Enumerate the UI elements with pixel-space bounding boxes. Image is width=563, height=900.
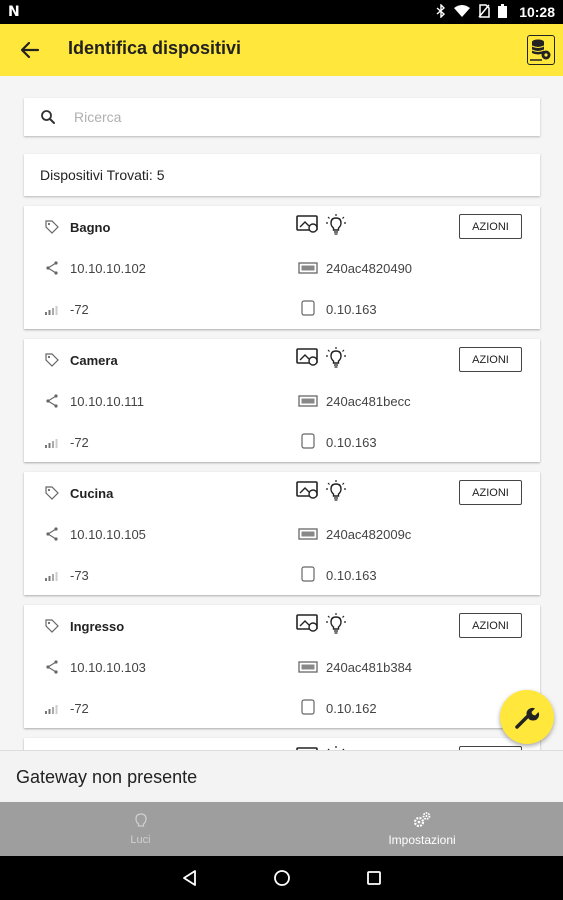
bulb-icon bbox=[134, 813, 147, 827]
share-icon bbox=[46, 261, 58, 275]
firmware-icon bbox=[301, 566, 315, 582]
tag-icon bbox=[45, 220, 59, 234]
tools-fab-button[interactable] bbox=[500, 690, 554, 744]
device-card: Bagno AZIONI 10.10.10.102 240ac4820490 -… bbox=[24, 206, 540, 329]
device-name: Camera bbox=[70, 353, 118, 368]
share-icon bbox=[46, 660, 58, 674]
firmware-icon bbox=[301, 699, 315, 715]
device-list-area[interactable]: Dispositivi Trovati: 5 Bagno AZIONI 10.1… bbox=[0, 76, 563, 750]
nav-label: Luci bbox=[130, 834, 151, 846]
search-icon bbox=[41, 110, 55, 124]
device-card: Cucina AZIONI 10.10.10.105 240ac482009c … bbox=[24, 472, 540, 595]
signal-icon bbox=[45, 572, 58, 581]
nav-item-luci[interactable]: Luci bbox=[0, 802, 281, 856]
device-mac: 240ac482009c bbox=[326, 527, 412, 542]
share-icon bbox=[46, 394, 58, 408]
search-input[interactable] bbox=[74, 106, 514, 128]
device-card: Camera AZIONI 10.10.10.111 240ac481becc … bbox=[24, 339, 540, 462]
nav-home-icon[interactable] bbox=[272, 868, 292, 888]
nav-label: Impostazioni bbox=[388, 833, 456, 847]
device-name: Cucina bbox=[70, 486, 114, 501]
device-name: Bagno bbox=[70, 220, 111, 235]
device-firmware: 0.10.163 bbox=[326, 302, 377, 317]
device-card: Ingresso AZIONI 10.10.10.103 240ac481b38… bbox=[24, 605, 540, 728]
device-rssi: -72 bbox=[70, 435, 89, 450]
status-bar: N 10:28 bbox=[0, 0, 563, 24]
lightbulb-icon bbox=[326, 214, 346, 235]
tag-icon bbox=[45, 619, 59, 633]
tag-icon bbox=[45, 353, 59, 367]
signal-icon bbox=[45, 439, 58, 448]
device-badges bbox=[296, 347, 346, 369]
image-settings-icon bbox=[296, 614, 318, 632]
firmware-icon bbox=[301, 300, 315, 316]
device-card: AZIONI bbox=[24, 738, 540, 750]
wrench-icon bbox=[515, 707, 540, 729]
device-mac: 240ac4820490 bbox=[326, 261, 413, 276]
no-sim-icon bbox=[478, 4, 490, 21]
nav-back-icon[interactable] bbox=[180, 868, 200, 888]
device-mac: 240ac481b384 bbox=[326, 660, 413, 675]
memory-icon bbox=[298, 395, 318, 407]
system-navigation-bar bbox=[0, 856, 563, 900]
lightbulb-icon bbox=[326, 347, 346, 368]
actions-button[interactable]: AZIONI bbox=[459, 613, 522, 638]
back-button[interactable] bbox=[16, 36, 44, 64]
lightbulb-icon bbox=[326, 480, 346, 501]
firmware-icon bbox=[301, 433, 315, 449]
battery-icon bbox=[498, 4, 507, 21]
database-gear-icon bbox=[530, 39, 551, 61]
device-ip: 10.10.10.111 bbox=[70, 394, 144, 409]
signal-icon bbox=[45, 306, 58, 315]
bottom-navigation: Luci Impostazioni bbox=[0, 802, 563, 856]
device-firmware: 0.10.163 bbox=[326, 568, 377, 583]
signal-icon bbox=[45, 705, 58, 714]
share-icon bbox=[46, 527, 58, 541]
gateway-status-bar: Gateway non presente bbox=[0, 750, 563, 802]
image-settings-icon bbox=[296, 348, 318, 366]
nav-recents-icon[interactable] bbox=[364, 868, 384, 888]
device-ip: 10.10.10.103 bbox=[70, 660, 146, 675]
devices-found-count: Dispositivi Trovati: 5 bbox=[24, 154, 540, 196]
wifi-icon bbox=[454, 5, 470, 20]
gears-icon bbox=[413, 812, 431, 828]
nav-item-impostazioni[interactable]: Impostazioni bbox=[281, 802, 563, 856]
device-firmware: 0.10.162 bbox=[326, 701, 377, 716]
arrow-back-icon bbox=[20, 41, 40, 59]
image-settings-icon bbox=[296, 481, 318, 499]
tag-icon bbox=[45, 486, 59, 500]
clock: 10:28 bbox=[519, 4, 555, 20]
device-firmware: 0.10.163 bbox=[326, 435, 377, 450]
device-rssi: -72 bbox=[70, 701, 89, 716]
lightbulb-icon bbox=[326, 613, 346, 634]
device-badges bbox=[296, 480, 346, 502]
app-toolbar: Identifica dispositivi bbox=[0, 24, 563, 76]
device-rssi: -73 bbox=[70, 568, 89, 583]
search-box bbox=[24, 98, 540, 136]
gateway-status-text: Gateway non presente bbox=[16, 767, 198, 787]
memory-icon bbox=[298, 262, 318, 274]
memory-icon bbox=[298, 528, 318, 540]
actions-button[interactable]: AZIONI bbox=[459, 480, 522, 505]
page-title: Identifica dispositivi bbox=[68, 38, 242, 58]
notification-n-icon: N bbox=[8, 4, 20, 20]
device-ip: 10.10.10.102 bbox=[70, 261, 146, 276]
memory-icon bbox=[298, 661, 318, 673]
actions-button[interactable]: AZIONI bbox=[459, 214, 522, 239]
device-badges bbox=[296, 613, 346, 635]
status-icons bbox=[436, 3, 507, 21]
bluetooth-icon bbox=[436, 3, 446, 21]
device-mac: 240ac481becc bbox=[326, 394, 411, 409]
device-name: Ingresso bbox=[70, 619, 125, 634]
actions-button[interactable]: AZIONI bbox=[459, 347, 522, 372]
image-settings-icon bbox=[296, 215, 318, 233]
gateway-settings-button[interactable] bbox=[527, 35, 555, 65]
device-badges bbox=[296, 214, 346, 236]
device-rssi: -72 bbox=[70, 302, 89, 317]
device-ip: 10.10.10.105 bbox=[70, 527, 146, 542]
